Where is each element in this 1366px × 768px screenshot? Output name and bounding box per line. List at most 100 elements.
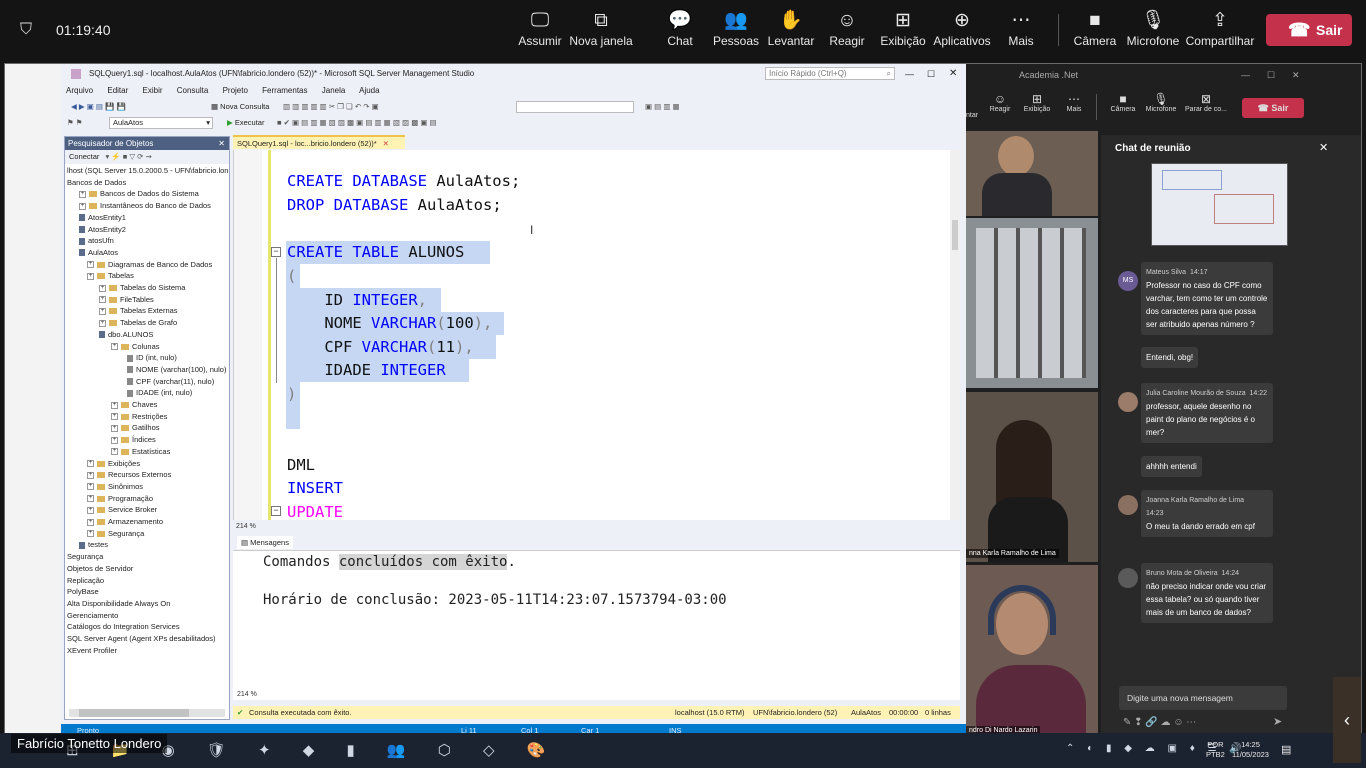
take-control-button[interactable]: 🖵 Assumir	[505, 8, 575, 56]
send-icon[interactable]: ➤	[1273, 715, 1282, 728]
horizontal-scrollbar[interactable]	[69, 709, 225, 717]
tree-node[interactable]: AtosEntity1	[79, 212, 126, 223]
menu-arquivo[interactable]: Arquivo	[66, 86, 93, 95]
tree-node[interactable]: AtosEntity2	[79, 224, 126, 235]
tree-node[interactable]: Replicação	[67, 575, 104, 586]
tree-node[interactable]: + Tabelas	[87, 270, 134, 281]
expand-icon[interactable]: +	[111, 343, 118, 351]
expand-icon[interactable]: +	[87, 471, 94, 479]
collapse-toggle[interactable]: −	[271, 506, 281, 516]
more-button[interactable]: ⋯ Mais	[986, 8, 1056, 56]
leave-button[interactable]: ☎ Sair	[1242, 98, 1304, 118]
expand-icon[interactable]: +	[87, 518, 94, 526]
compose-box[interactable]: Digite uma nova mensagem	[1119, 686, 1287, 710]
tree-node[interactable]: + Exibições	[87, 458, 140, 469]
execute-button[interactable]: ▶ Executar	[227, 115, 264, 131]
expand-icon[interactable]: +	[87, 506, 94, 514]
close-button[interactable]: ✕	[949, 64, 957, 84]
tree-node[interactable]: PolyBase	[67, 586, 99, 597]
tree-node[interactable]: CPF (varchar(11), nulo)	[127, 376, 214, 387]
vertical-scrollbar[interactable]	[950, 150, 960, 520]
connect-button[interactable]: Conectar	[69, 152, 99, 161]
menu-editar[interactable]: Editar	[107, 86, 128, 95]
menu-projeto[interactable]: Projeto	[223, 86, 248, 95]
tree-node[interactable]: + Chaves	[111, 399, 157, 410]
expand-icon[interactable]: +	[79, 202, 86, 210]
expand-icon[interactable]: +	[87, 272, 94, 280]
tree-node[interactable]: + Armazenamento	[87, 516, 163, 527]
tree-node[interactable]: + Sinônimos	[87, 481, 143, 492]
microphone-button[interactable]: 🎙 Microfone	[1142, 92, 1180, 113]
expand-icon[interactable]: +	[79, 190, 86, 198]
tree-node[interactable]: Catálogos do Integration Services	[67, 621, 180, 632]
tree-node[interactable]: dbo.ALUNOS	[99, 329, 153, 340]
menu-ajuda[interactable]: Ajuda	[359, 86, 379, 95]
expand-icon[interactable]: +	[87, 261, 94, 269]
tree-node[interactable]: + Bancos de Dados do Sistema	[79, 188, 199, 199]
menu-janela[interactable]: Janela	[322, 86, 346, 95]
expand-icon[interactable]: +	[87, 460, 94, 468]
tree-node[interactable]: + Recursos Externos	[87, 469, 171, 480]
close-button[interactable]: ✕	[1292, 64, 1300, 86]
video-tile[interactable]: nna Karla Ramalho de Lima	[966, 392, 1098, 562]
expand-icon[interactable]: +	[111, 401, 118, 409]
share-button[interactable]: ⇪ Compartilhar	[1184, 8, 1256, 56]
results-zoom[interactable]: 214 %	[237, 691, 257, 698]
database-select[interactable]: AulaAtos ▾	[109, 117, 213, 129]
scrollbar-thumb[interactable]	[79, 709, 189, 717]
new-window-button[interactable]: ⧉ Nova janela	[566, 8, 636, 56]
microphone-button[interactable]: 🎙 Microfone	[1118, 8, 1188, 56]
tree-node[interactable]: lhost (SQL Server 15.0.2000.5 - UFN\fabr…	[67, 165, 228, 176]
tree-node[interactable]: + Diagramas de Banco de Dados	[87, 259, 212, 270]
raise-hand-label[interactable]: ntar	[966, 112, 978, 119]
minimize-button[interactable]: —	[1241, 64, 1250, 86]
tree-node[interactable]: + FileTables	[99, 294, 154, 305]
tree-node[interactable]: + Tabelas do Sistema	[99, 282, 185, 293]
tree-node[interactable]: XEvent Profiler	[67, 645, 117, 656]
stop-sharing-button[interactable]: ⊠ Parar de co...	[1184, 92, 1228, 113]
maximize-button[interactable]: ☐	[927, 64, 935, 84]
tree-node[interactable]: AulaAtos	[79, 247, 118, 258]
expand-icon[interactable]: +	[111, 424, 118, 432]
new-query-button[interactable]: ▦ Nova Consulta	[211, 99, 269, 115]
tree-node[interactable]: + Tabelas Externas	[99, 305, 178, 316]
menu-consulta[interactable]: Consulta	[177, 86, 209, 95]
mdx-icons[interactable]: ▥ ▥ ▥ ▥ ▥ ✂ ❐ ❏ ↶ ↷ ▣	[283, 99, 379, 115]
tab-sqlquery1[interactable]: SQLQuery1.sql - loc...bricio.londero (52…	[233, 135, 405, 149]
camera-button[interactable]: ■ Câmera	[1108, 92, 1138, 113]
tree-node[interactable]: SQL Server Agent (Agent XPs desabilitado…	[67, 633, 216, 644]
toolbar-icons[interactable]: ◀ ▶ ▣ ▤ 💾 💾	[71, 99, 126, 115]
tree-node[interactable]: Alta Disponibilidade Always On	[67, 598, 170, 609]
notification-icon[interactable]: ▤	[1281, 743, 1291, 756]
close-chat-icon[interactable]: ✕	[1319, 141, 1328, 154]
expand-icon[interactable]: +	[87, 495, 94, 503]
tree-node[interactable]: NOME (varchar(100), nulo)	[127, 364, 226, 375]
tree-node[interactable]: + Estatísticas	[111, 446, 170, 457]
expand-icon[interactable]: +	[111, 436, 118, 444]
quick-launch-input[interactable]: Início Rápido (Ctrl+Q) ⌕	[765, 67, 895, 80]
expand-icon[interactable]: +	[99, 307, 106, 315]
minimize-button[interactable]: —	[905, 64, 914, 84]
expand-icon[interactable]: +	[111, 448, 118, 456]
menu-ferramentas[interactable]: Ferramentas	[262, 86, 307, 95]
collapse-toggle[interactable]: −	[271, 247, 281, 257]
tab-messages[interactable]: ▤ Mensagens	[237, 536, 293, 549]
clock[interactable]: 14:25 11/05/2023	[1232, 740, 1269, 760]
expand-icon[interactable]: +	[87, 530, 94, 538]
close-tab-icon[interactable]: ✕	[383, 139, 389, 148]
side-panel-arrow[interactable]: ‹	[1333, 677, 1361, 763]
tree-node[interactable]: Objetos de Servidor	[67, 563, 133, 574]
view-button[interactable]: ⊞ Exibição	[1022, 92, 1052, 113]
tree-node[interactable]: + Segurança	[87, 528, 144, 539]
tree-node[interactable]: + Gatilhos	[111, 422, 160, 433]
tree-node[interactable]: + Service Broker	[87, 504, 157, 515]
video-tile[interactable]: ndro Di Nardo Lazarin	[966, 565, 1098, 739]
editor-zoom[interactable]: 214 %	[233, 522, 960, 532]
filter-icons[interactable]: ▾ ⚡ ■ ▽ ⟳ ⇝	[105, 152, 151, 161]
video-tile[interactable]	[966, 218, 1098, 388]
toolbar-icons-right[interactable]: ▣ ▤ ▥ ▦	[645, 99, 680, 115]
tree-node[interactable]: ID (int, nulo)	[127, 352, 177, 363]
search-combo[interactable]	[516, 101, 634, 113]
more-button[interactable]: ⋯ Mais	[1062, 92, 1086, 113]
tree-node[interactable]: atosUfn	[79, 235, 114, 246]
